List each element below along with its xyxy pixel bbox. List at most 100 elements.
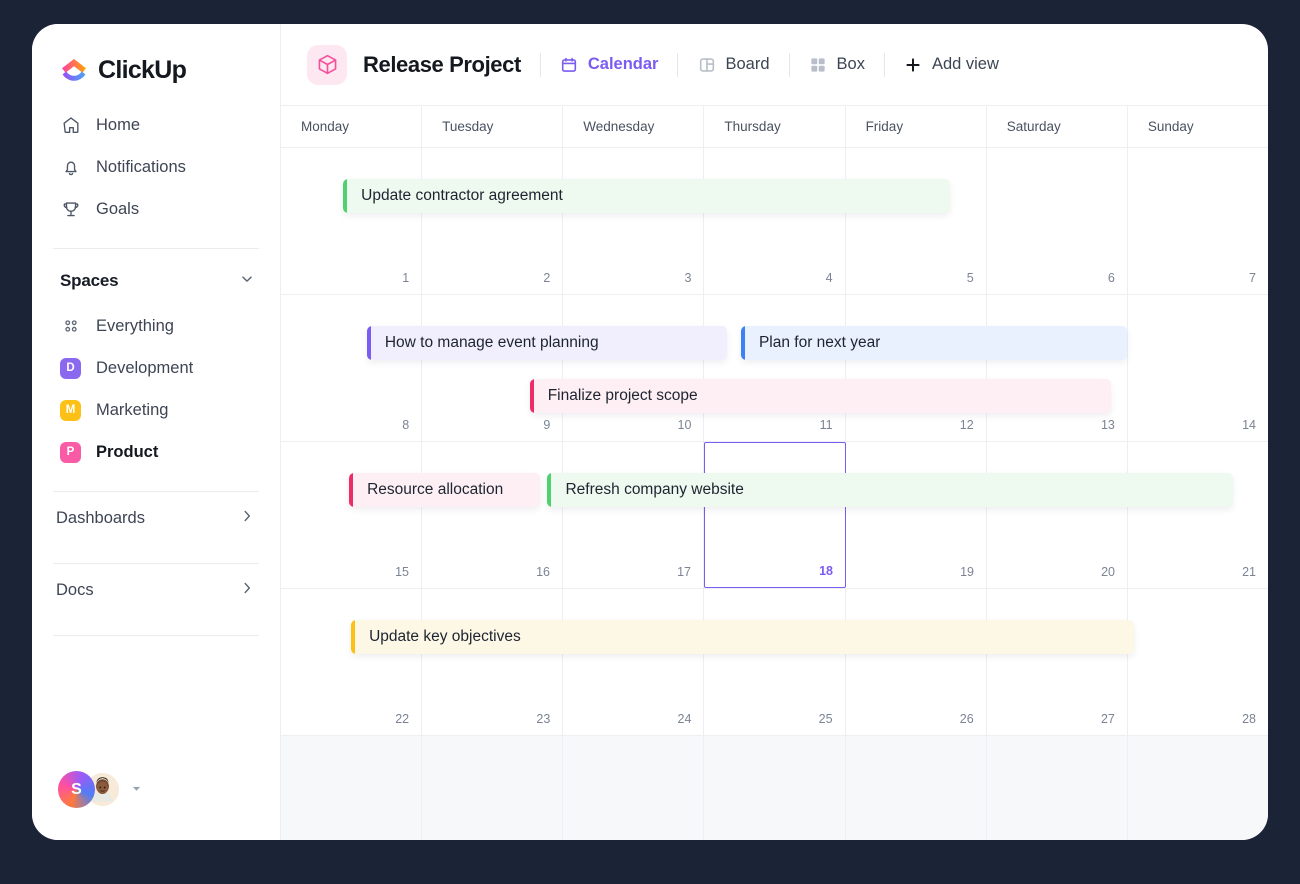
day-number: 3 [684,271,691,285]
weekday-header-thursday: Thursday [704,106,845,147]
calendar-day-cell[interactable]: 22 [281,589,422,735]
tab-box[interactable]: Box [809,55,865,74]
sidebar-item-notifications[interactable]: Notifications [32,146,280,188]
grid-icon [809,55,828,74]
event-title: Refresh company website [551,481,743,499]
sidebar-item-product[interactable]: P Product [32,431,280,473]
day-number: 25 [819,712,833,726]
calendar-day-cell[interactable]: 23 [422,589,563,735]
bell-icon [60,157,81,178]
toolbar-divider [884,53,885,77]
weekday-header-sunday: Sunday [1128,106,1268,147]
calendar-day-cell[interactable]: 1 [704,736,845,840]
calendar-event[interactable]: Resource allocation [349,473,539,507]
calendar-day-cell[interactable]: 31 [563,736,704,840]
sidebar-item-label: Product [96,443,158,462]
sidebar-item-everything[interactable]: Everything [32,305,280,347]
calendar-week-row: 1 2 3456 7 Update contractor agreement [281,148,1268,295]
calendar-day-cell[interactable]: 2 [846,736,987,840]
calendar-event[interactable]: Finalize project scope [530,379,1111,413]
calendar-day-cell[interactable]: 17 [563,442,704,588]
day-number: 13 [1101,418,1115,432]
add-view-button[interactable]: Add view [904,55,999,74]
clickup-logo-icon [59,55,89,85]
calendar-day-cell[interactable]: 4 [704,148,845,294]
calendar-day-cell[interactable]: 21 [1128,442,1268,588]
chevron-right-icon[interactable] [238,507,256,530]
chevron-right-icon[interactable] [238,579,256,602]
calendar-day-cell[interactable]: 3 [563,148,704,294]
calendar-event[interactable]: Update key objectives [351,620,1134,654]
avatar-initial[interactable]: S [58,771,95,808]
box-3d-icon [307,45,347,85]
calendar-day-cell[interactable]: 6 [987,148,1128,294]
main-area: Release Project Calendar [281,24,1268,840]
tab-calendar[interactable]: Calendar [560,55,659,74]
weekday-header-saturday: Saturday [987,106,1128,147]
calendar-day-cell[interactable]: 24 [563,589,704,735]
calendar-day-cell[interactable]: 11 [704,295,845,441]
calendar-day-cell[interactable]: 13 [987,295,1128,441]
sidebar-item-label: Marketing [96,401,168,420]
event-title: Update key objectives [355,628,521,646]
chevron-down-icon[interactable] [238,270,256,293]
sidebar-item-docs[interactable]: Docs [32,564,280,617]
event-title: Resource allocation [353,481,503,499]
calendar-day-cell[interactable]: 19 [846,442,987,588]
space-badge-marketing: M [60,400,81,421]
calendar-day-cell[interactable]: 18 [704,442,846,588]
calendar-day-cell[interactable]: 15 [281,442,422,588]
day-number: 2 [543,271,550,285]
caret-down-icon[interactable] [131,783,142,796]
calendar-event[interactable]: Update contractor agreement [343,179,950,213]
calendar-day-cell[interactable]: 25 [704,589,845,735]
day-number: 20 [1101,565,1115,579]
day-number: 16 [536,565,550,579]
calendar-day-cell[interactable]: 2 [422,148,563,294]
calendar-event[interactable]: How to manage event planning [367,326,727,360]
sidebar-divider [53,248,259,249]
weekday-header-tuesday: Tuesday [422,106,563,147]
top-toolbar: Release Project Calendar [281,24,1268,106]
brand-logo-area[interactable]: ClickUp [32,24,280,90]
sidebar: ClickUp Home Notifications [32,24,281,840]
calendar-day-cell[interactable]: 10 [563,295,704,441]
spaces-title: Spaces [60,271,118,291]
calendar-week-row: 2223 24 25 262728 Update key objectives [281,589,1268,736]
calendar-day-cell[interactable]: 27 [987,589,1128,735]
calendar-event[interactable]: Refresh company website [547,473,1233,507]
day-number: 15 [395,565,409,579]
calendar-day-cell[interactable]: 14 [1128,295,1268,441]
day-number: 14 [1242,418,1256,432]
sidebar-item-marketing[interactable]: M Marketing [32,389,280,431]
user-avatars[interactable]: S [58,771,142,808]
calendar-day-cell[interactable]: 16 [422,442,563,588]
event-title: Finalize project scope [534,387,698,405]
sidebar-item-goals[interactable]: Goals [32,188,280,230]
calendar-day-cell[interactable]: 30 [422,736,563,840]
sidebar-item-development[interactable]: D Development [32,347,280,389]
tab-board[interactable]: Board [697,55,769,74]
event-title: Update contractor agreement [347,187,563,205]
sidebar-item-home[interactable]: Home [32,104,280,146]
sidebar-item-dashboards[interactable]: Dashboards [32,492,280,545]
spaces-section-header[interactable]: Spaces [32,257,280,305]
calendar-event[interactable]: Plan for next year [741,326,1127,360]
calendar-day-cell[interactable]: 1 [281,148,422,294]
calendar-day-cell[interactable]: 20 [987,442,1128,588]
calendar-day-cell[interactable]: 7 [1128,148,1268,294]
calendar-day-cell[interactable]: 4 [1128,736,1268,840]
sidebar-item-label: Everything [96,317,174,336]
calendar-day-cell[interactable]: 26 [846,589,987,735]
calendar-day-cell[interactable]: 28 [1128,589,1268,735]
calendar-day-cell[interactable]: 5 [846,148,987,294]
calendar-icon [560,55,579,74]
calendar-day-cell[interactable]: 3 [987,736,1128,840]
calendar-day-cell[interactable]: 12 [846,295,987,441]
calendar-day-cell[interactable]: 29 [281,736,422,840]
day-number: 24 [678,712,692,726]
day-number: 7 [1249,271,1256,285]
calendar-day-cell[interactable]: 8 [281,295,422,441]
day-number: 9 [543,418,550,432]
calendar-day-cell[interactable]: 9 [422,295,563,441]
